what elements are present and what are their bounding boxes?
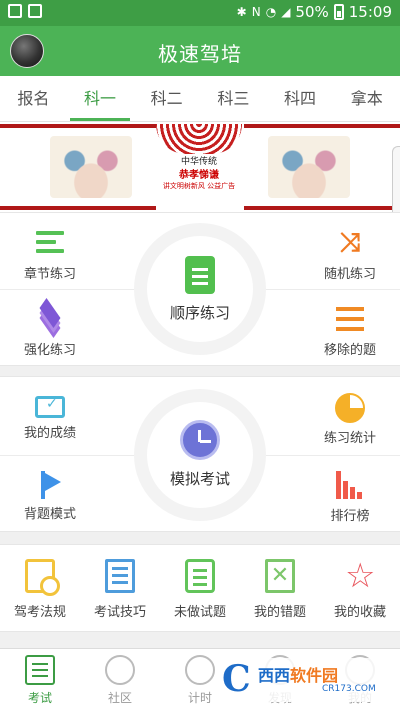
newspaper-icon <box>105 559 135 593</box>
banner-illustration <box>268 136 350 198</box>
watermark-brand-a: 西西 <box>258 666 291 685</box>
nav-community[interactable]: 社区 <box>80 649 160 710</box>
star-icon: ☆ <box>345 556 376 596</box>
sequential-practice-button[interactable]: 顺序练习 <box>134 223 266 355</box>
sequential-practice-inner: 顺序练习 <box>147 236 253 342</box>
monitor-check-icon <box>35 396 65 418</box>
my-mistakes-label: 我的错题 <box>253 605 306 620</box>
exam-tips-button[interactable]: 考试技巧 <box>80 545 160 631</box>
my-mistakes-button[interactable]: ✕ 我的错题 <box>240 545 320 631</box>
page-title: 极速驾培 <box>158 42 242 66</box>
flag-icon <box>35 469 65 499</box>
bar-chart-icon <box>334 469 366 501</box>
banner-border <box>0 124 156 128</box>
app-header: 极速驾培 <box>0 26 400 76</box>
watermark-logo-icon: C <box>222 658 251 700</box>
bluetooth-icon: ✱ <box>236 5 247 19</box>
memorize-mode-label: 背题模式 <box>23 507 76 522</box>
clock-icon <box>180 420 220 460</box>
banner-line3: 讲文明树新风 公益广告 <box>162 182 236 190</box>
tab-naben[interactable]: 拿本 <box>333 76 400 121</box>
mock-exam-label: 模拟考试 <box>169 470 230 488</box>
mock-exam-inner: 模拟考试 <box>147 402 253 508</box>
watermark-brand-b: 软件园 <box>290 666 339 685</box>
chapter-practice-label: 章节练习 <box>23 267 76 282</box>
nav-exam[interactable]: 考试 <box>0 649 80 710</box>
banner-line2-text: 孝悌谦 <box>189 170 219 181</box>
nav-community-label: 社区 <box>107 691 132 705</box>
intensive-practice-button[interactable]: 强化练习 <box>0 298 100 358</box>
exam-panel: 我的成绩 练习统计 背题模式 排行榜 模拟考试 <box>0 376 400 532</box>
wifi-icon: ◔ <box>265 5 277 19</box>
document-outline-icon <box>185 559 215 593</box>
my-scores-button[interactable]: 我的成绩 <box>0 393 100 441</box>
checklist-icon <box>334 303 366 335</box>
tab-baoming[interactable]: 报名 <box>0 76 67 121</box>
layers-icon <box>34 298 66 338</box>
gallery-icon <box>28 4 42 18</box>
leaderboard-label: 排行榜 <box>330 509 370 524</box>
my-scores-label: 我的成绩 <box>23 426 76 441</box>
chapter-practice-button[interactable]: 章节练习 <box>0 227 100 282</box>
my-favorites-label: 我的收藏 <box>333 605 386 620</box>
pie-chart-icon <box>335 393 365 423</box>
shortcut-row: 驾考法规 考试技巧 未做试题 ✕ 我的错题 ☆ 我的收藏 <box>0 544 400 632</box>
practice-stats-button[interactable]: 练习统计 <box>300 393 400 446</box>
calendar-clock-icon <box>25 559 60 596</box>
watermark-url: CR173.COM <box>322 684 376 694</box>
driving-rules-button[interactable]: 驾考法规 <box>0 545 80 631</box>
signal-icon: ◢ <box>281 5 291 19</box>
tab-ke2[interactable]: 科二 <box>133 76 200 121</box>
planet-icon <box>105 655 135 685</box>
sequential-practice-label: 顺序练习 <box>169 304 230 322</box>
removed-questions-button[interactable]: 移除的题 <box>300 303 400 358</box>
tab-ke1[interactable]: 科一 <box>67 76 134 121</box>
paper-cut-ornament <box>156 124 242 154</box>
banner-border <box>0 206 156 210</box>
nfc-icon: N <box>251 5 261 19</box>
subject-tabs: 报名 科一 科二 科三 科四 拿本 <box>0 76 400 122</box>
status-bar: ✱ N ◔ ◢ 50% 15:09 <box>0 0 400 26</box>
notification-icon <box>8 4 22 18</box>
intensive-practice-label: 强化练习 <box>23 343 76 358</box>
leaderboard-button[interactable]: 排行榜 <box>300 469 400 524</box>
unanswered-button[interactable]: 未做试题 <box>160 545 240 631</box>
random-practice-button[interactable]: ⤨ 随机练习 <box>300 227 400 282</box>
nav-exam-label: 考试 <box>27 691 52 705</box>
x-box-icon: ✕ <box>265 559 295 593</box>
tab-ke3[interactable]: 科三 <box>200 76 267 121</box>
shuffle-icon: ⤨ <box>339 228 361 258</box>
removed-questions-label: 移除的题 <box>323 343 376 358</box>
watermark-brand: 西西软件园 <box>258 662 338 686</box>
banner-illustration <box>50 136 132 198</box>
banner-line2: 恭孝悌谦 <box>156 166 242 181</box>
list-icon <box>34 227 66 259</box>
tab-ke4[interactable]: 科四 <box>267 76 334 121</box>
clock-text: 15:09 <box>348 3 392 21</box>
banner-center: 中华传统 恭孝悌谦 讲文明树新风 公益广告 <box>156 124 242 210</box>
memorize-mode-button[interactable]: 背题模式 <box>0 469 100 522</box>
battery-text: 50% <box>295 3 329 21</box>
banner-border <box>244 206 400 210</box>
practice-stats-label: 练习统计 <box>323 431 376 446</box>
timer-icon <box>185 655 215 685</box>
document-icon <box>185 256 215 294</box>
battery-icon <box>333 4 344 20</box>
random-practice-label: 随机练习 <box>323 267 376 282</box>
banner-border <box>244 124 400 128</box>
banner-ad[interactable]: 中华传统 恭孝悌谦 讲文明树新风 公益广告 <box>0 122 400 212</box>
practice-panel: 章节练习 ⤨ 随机练习 强化练习 移除的题 顺序练习 <box>0 212 400 366</box>
unanswered-label: 未做试题 <box>173 605 226 620</box>
driving-rules-label: 驾考法规 <box>13 605 66 620</box>
exam-tips-label: 考试技巧 <box>93 605 146 620</box>
mock-exam-button[interactable]: 模拟考试 <box>134 389 266 521</box>
site-watermark: C 西西软件园 CR173.COM <box>218 658 378 702</box>
banner-highlight: 恭 <box>179 170 189 181</box>
my-favorites-button[interactable]: ☆ 我的收藏 <box>320 545 400 631</box>
exam-list-icon <box>25 655 55 685</box>
